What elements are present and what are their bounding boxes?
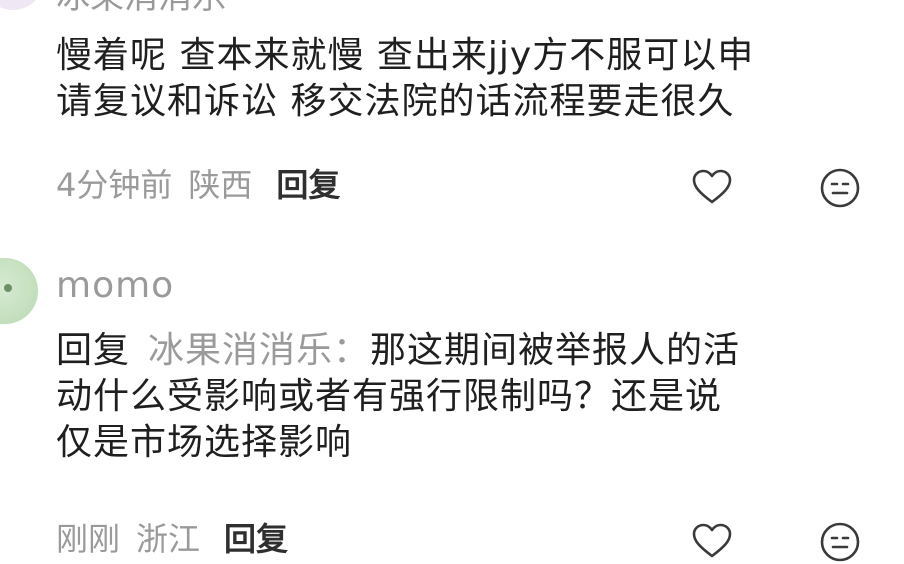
avatar[interactable] [0,0,44,10]
reply-prefix: 回复 [56,330,131,371]
heart-outline-icon[interactable] [690,165,734,209]
neutral-face-icon[interactable] [818,166,862,210]
comment-text-line: 仅是市场选择影响 [56,422,353,463]
comment-text: 慢着呢 查本来就慢 查出来jjy方不服可以申 请复议和诉讼 移交法院的话流程要走… [56,33,754,125]
comment-text-line: 请复议和诉讼 移交法院的话流程要走很久 [56,81,735,122]
comment-location: 陕西 [188,166,253,204]
comment-username[interactable]: 冰果消消乐 [56,0,226,14]
heart-outline-icon[interactable] [690,519,734,563]
comment-location: 浙江 [136,520,201,558]
avatar[interactable] [0,258,38,324]
comment-text-segment: 那这期间被举报人的活 [370,330,741,371]
comment-text: 回复 冰果消消乐：那这期间被举报人的活 动什么受影响或者有强行限制吗？还是说 仅是… [56,328,740,466]
comment-time: 4分钟前 [56,166,173,204]
comment-meta: 4分钟前 陕西 回复 [56,168,340,202]
neutral-face-icon[interactable] [818,520,862,564]
reply-button[interactable]: 回复 [276,166,340,204]
reply-to-username[interactable]: 冰果消消乐： [148,330,370,371]
comment-text-line: 慢着呢 查本来就慢 查出来jjy方不服可以申 [56,35,755,76]
comment-text-line: 回复 冰果消消乐：那这期间被举报人的活 [56,328,740,374]
comment-text-line: 动什么受影响或者有强行限制吗？还是说 [56,376,723,417]
comment-time: 刚刚 [56,520,121,558]
comment-meta: 刚刚 浙江 回复 [56,522,288,556]
reply-button[interactable]: 回复 [224,520,288,558]
comment-username[interactable]: momo [56,266,174,306]
avatar-detail [4,284,12,292]
